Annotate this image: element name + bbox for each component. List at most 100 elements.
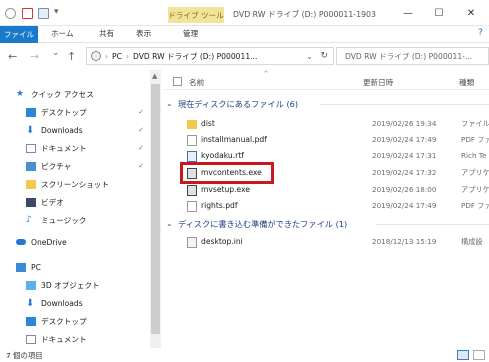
select-all-checkbox[interactable]	[173, 77, 182, 86]
file-name: kyodaku.rtf	[201, 151, 244, 160]
nav-item-videos[interactable]: ビデオ	[26, 193, 64, 211]
file-type: ファイル	[461, 119, 489, 128]
tab-view[interactable]: 表示	[136, 28, 151, 39]
nav-item-label: PC	[31, 262, 41, 272]
list-item[interactable]: dist 2019/02/26 19:34 ファイル	[163, 116, 489, 132]
tab-share[interactable]: 共有	[99, 28, 114, 39]
address-bar[interactable]: › PC › DVD RW ドライブ (D:) P000011... ⌄ ↻	[86, 47, 334, 65]
breadcrumb-separator: ›	[125, 51, 129, 61]
nav-item-label: スクリーンショット	[41, 179, 109, 189]
refresh-button[interactable]: ↻	[320, 51, 328, 61]
file-date: 2019/02/26 18:00	[372, 185, 437, 194]
search-input[interactable]: DVD RW ドライブ (D:) P000011-...	[336, 47, 489, 65]
new-folder-icon[interactable]	[38, 8, 49, 19]
group-header-ready-to-burn[interactable]: ディスクに書き込む準備ができたファイル (1)	[178, 218, 347, 230]
nav-item-pc[interactable]: PC	[16, 258, 41, 276]
group-collapse-icon[interactable]: ⌄	[166, 219, 173, 228]
nav-item-pc-documents[interactable]: ドキュメント	[26, 330, 87, 348]
tab-drive-tools[interactable]: ドライブ ツール	[168, 7, 224, 23]
dvd-drive-icon	[91, 51, 101, 61]
file-type: アプリケ	[461, 168, 489, 177]
help-icon[interactable]: ?	[478, 28, 483, 38]
navigation-pane: ★ クイック アクセス デスクトップ ✓ ⬇ Downloads ✓ ドキュメン…	[0, 70, 150, 348]
exe-file-icon	[187, 185, 197, 196]
file-type: 構成設	[461, 237, 483, 246]
details-view-icon[interactable]	[457, 350, 469, 360]
large-icons-view-icon[interactable]	[473, 350, 485, 360]
nav-item-music[interactable]: ♪ ミュージック	[26, 211, 86, 229]
file-name: desktop.ini	[201, 237, 243, 246]
tab-home[interactable]: ホーム	[51, 28, 74, 39]
file-date: 2019/02/24 17:49	[372, 135, 437, 144]
download-icon: ⬇	[26, 297, 35, 309]
star-icon: ★	[16, 88, 25, 99]
nav-item-documents[interactable]: ドキュメント ✓	[26, 139, 150, 157]
nav-item-pc-desktop[interactable]: デスクトップ	[26, 312, 87, 330]
column-name[interactable]: 名前	[189, 77, 204, 88]
up-button[interactable]: ↑	[67, 50, 76, 63]
nav-item-label: ドキュメント	[41, 143, 87, 153]
pictures-icon	[26, 161, 36, 171]
video-icon	[26, 197, 36, 207]
file-date: 2019/02/24 17:49	[372, 201, 437, 210]
pin-icon: ✓	[138, 126, 144, 134]
group-header-on-disc[interactable]: 現在ディスクにあるファイル (6)	[178, 98, 298, 110]
breadcrumb-separator: ›	[105, 51, 109, 61]
app-icon	[5, 8, 16, 19]
column-header: 名前 ^ 更新日時 種類	[163, 70, 489, 90]
scroll-up-icon[interactable]: ▲	[152, 72, 157, 80]
breadcrumb-pc[interactable]: PC	[112, 52, 122, 61]
nav-item-downloads[interactable]: ⬇ Downloads ✓	[26, 121, 150, 139]
nav-item-quick-access[interactable]: ★ クイック アクセス	[16, 85, 94, 103]
properties-icon[interactable]	[22, 8, 33, 19]
close-button[interactable]: ✕	[463, 6, 479, 20]
quick-access-toolbar-dropdown-icon[interactable]: ▾	[54, 7, 59, 17]
file-type: PDF ファ	[461, 135, 489, 144]
recent-locations-dropdown-icon[interactable]: ⌄	[52, 48, 60, 58]
ini-file-icon	[187, 237, 197, 248]
cloud-icon	[16, 239, 26, 245]
window-title: DVD RW ドライブ (D:) P000011-1903	[233, 10, 376, 19]
nav-item-screenshots[interactable]: スクリーンショット	[26, 175, 109, 193]
nav-item-pictures[interactable]: ピクチャ ✓	[26, 157, 150, 175]
file-name: rights.pdf	[201, 201, 238, 210]
file-date: 2019/02/24 17:31	[372, 151, 437, 160]
tab-manage[interactable]: 管理	[183, 28, 198, 39]
maximize-button[interactable]: ☐	[431, 6, 447, 20]
minimize-button[interactable]: —	[400, 6, 416, 20]
highlight-box	[180, 162, 274, 184]
list-item[interactable]: installmanual.pdf 2019/02/24 17:49 PDF フ…	[163, 132, 489, 148]
desktop-icon	[26, 107, 36, 117]
address-dropdown-icon[interactable]: ⌄	[306, 52, 313, 61]
list-item[interactable]: rights.pdf 2019/02/24 17:49 PDF ファ	[163, 198, 489, 214]
column-type[interactable]: 種類	[459, 77, 474, 88]
document-icon	[26, 334, 36, 344]
tab-file[interactable]: ファイル	[0, 26, 38, 43]
file-name: installmanual.pdf	[201, 135, 267, 144]
desktop-icon	[26, 316, 36, 326]
pdf-file-icon	[187, 135, 197, 146]
back-button[interactable]: ←	[8, 50, 17, 63]
nav-item-3d-objects[interactable]: 3D オブジェクト	[26, 276, 100, 294]
nav-pane-scroll-thumb[interactable]	[151, 84, 160, 334]
file-type: Rich Te	[461, 151, 487, 160]
column-date-modified[interactable]: 更新日時	[363, 77, 393, 88]
group-collapse-icon[interactable]: ⌄	[166, 99, 173, 108]
status-bar: 7 個の項目	[0, 348, 489, 362]
sort-ascending-icon: ^	[263, 70, 269, 78]
music-icon: ♪	[26, 214, 32, 225]
rtf-file-icon	[187, 151, 197, 162]
file-date: 2019/02/26 19:34	[372, 119, 437, 128]
group-divider	[320, 104, 489, 105]
nav-item-pc-downloads[interactable]: ⬇ Downloads	[26, 294, 83, 312]
nav-item-onedrive[interactable]: OneDrive	[16, 233, 67, 251]
cube-icon	[26, 280, 36, 290]
nav-item-label: クイック アクセス	[31, 89, 94, 99]
list-item[interactable]: desktop.ini 2018/12/13 15:19 構成設	[163, 234, 489, 250]
file-type: PDF ファ	[461, 201, 489, 210]
list-item[interactable]: mvsetup.exe 2019/02/26 18:00 アプリケ	[163, 182, 489, 198]
pin-icon: ✓	[138, 144, 144, 152]
nav-item-desktop[interactable]: デスクトップ ✓	[26, 103, 150, 121]
forward-button[interactable]: →	[30, 50, 39, 63]
breadcrumb-drive[interactable]: DVD RW ドライブ (D:) P000011...	[133, 51, 257, 62]
